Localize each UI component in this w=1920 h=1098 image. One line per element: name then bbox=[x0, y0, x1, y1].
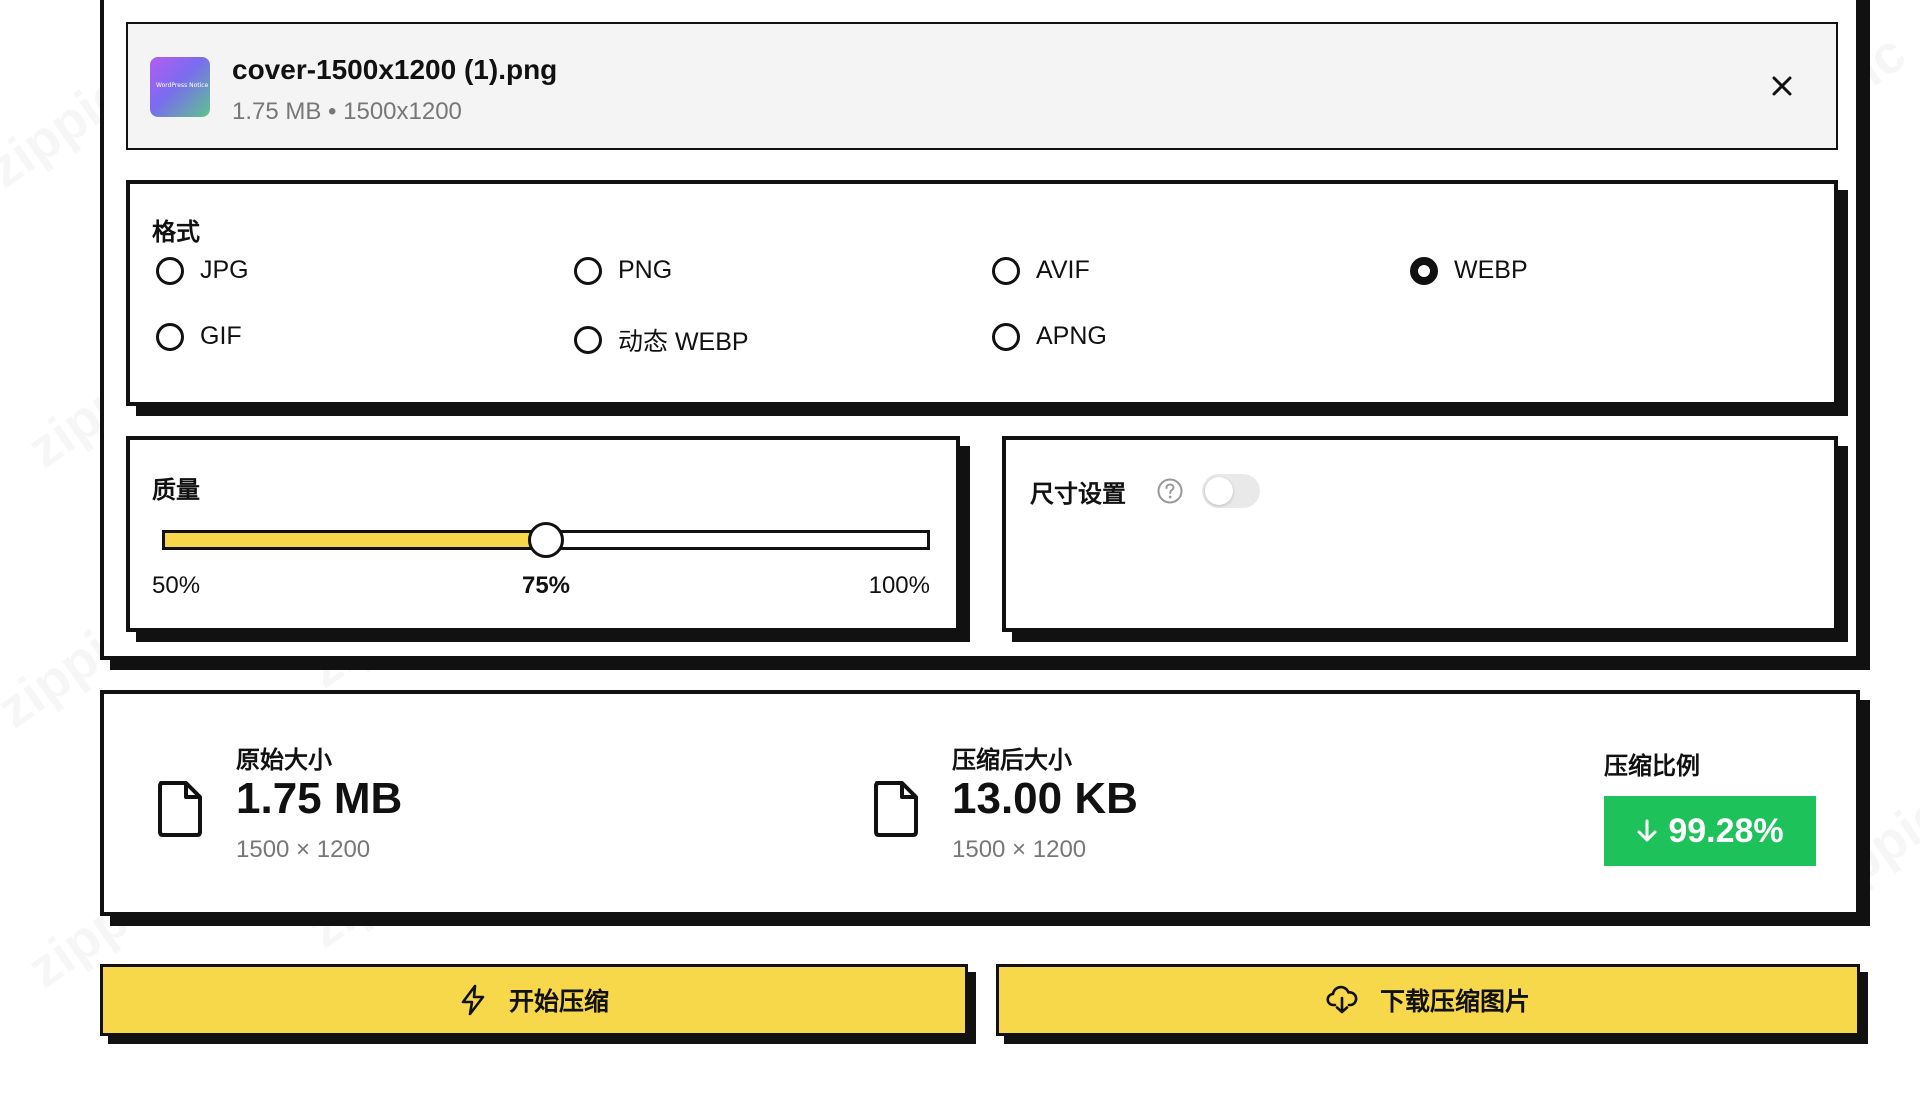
quality-slider-thumb[interactable] bbox=[528, 522, 564, 558]
quality-section: 质量 50% 75% 100% bbox=[126, 436, 960, 632]
radio-circle[interactable] bbox=[992, 322, 1020, 351]
radio-circle[interactable] bbox=[992, 256, 1020, 285]
start-compress-label: 开始压缩 bbox=[508, 988, 609, 1016]
quality-min-label: 50% bbox=[152, 572, 201, 599]
format-option-png[interactable]: PNG bbox=[574, 256, 672, 285]
radio-label: GIF bbox=[200, 322, 242, 350]
size-settings-toggle[interactable] bbox=[1202, 474, 1260, 508]
compression-ratio-badge: 99.28% bbox=[1604, 796, 1816, 866]
format-option-apng[interactable]: APNG bbox=[992, 322, 1107, 351]
format-section: 格式 JPG PNG AVIF WEBP GIF 动态 WEBP APNG bbox=[126, 180, 1838, 406]
quality-current-label: 75% bbox=[521, 572, 571, 599]
original-size-label: 原始大小 bbox=[236, 747, 332, 774]
quality-max-label: 100% bbox=[868, 572, 930, 599]
file-icon bbox=[872, 780, 920, 838]
download-compressed-button[interactable]: 下载压缩图片 bbox=[996, 964, 1860, 1036]
original-dimensions: 1500 × 1200 bbox=[236, 836, 371, 863]
format-option-jpg[interactable]: JPG bbox=[156, 256, 249, 285]
radio-label: WEBP bbox=[1454, 256, 1528, 284]
file-icon bbox=[156, 780, 204, 838]
radio-circle[interactable] bbox=[1410, 256, 1438, 285]
radio-circle[interactable] bbox=[156, 322, 184, 351]
radio-label: 动态 WEBP bbox=[618, 328, 749, 356]
quality-title: 质量 bbox=[152, 477, 200, 504]
format-option-webp[interactable]: WEBP bbox=[1410, 256, 1528, 285]
radio-label: APNG bbox=[1036, 322, 1107, 350]
format-title: 格式 bbox=[152, 219, 200, 246]
compressed-size-label: 压缩后大小 bbox=[952, 747, 1072, 774]
file-thumbnail: WordPress Notice bbox=[150, 57, 210, 117]
format-option-animated-webp[interactable]: 动态 WEBP bbox=[574, 322, 749, 358]
file-meta: 1.75 MB • 1500x1200 bbox=[232, 98, 462, 125]
file-name: cover-1500x1200 (1).png bbox=[232, 54, 558, 85]
stats-section: 原始大小 1.75 MB 1500 × 1200 压缩后大小 13.00 KB … bbox=[100, 690, 1860, 916]
size-settings-title: 尺寸设置 bbox=[1030, 481, 1126, 508]
quality-slider-fill bbox=[165, 533, 546, 547]
close-icon[interactable] bbox=[1768, 72, 1796, 100]
file-card: WordPress Notice cover-1500x1200 (1).png… bbox=[126, 22, 1838, 150]
download-compressed-label: 下载压缩图片 bbox=[1379, 988, 1530, 1016]
arrow-down-icon bbox=[1637, 819, 1657, 842]
lightning-icon bbox=[461, 984, 485, 1016]
radio-label: JPG bbox=[200, 256, 249, 284]
compression-ratio-label: 压缩比例 bbox=[1604, 753, 1700, 780]
radio-circle[interactable] bbox=[574, 326, 602, 354]
start-compress-button[interactable]: 开始压缩 bbox=[100, 964, 968, 1036]
compressed-dimensions: 1500 × 1200 bbox=[952, 836, 1087, 863]
radio-circle[interactable] bbox=[574, 256, 602, 285]
radio-label: PNG bbox=[618, 256, 673, 284]
radio-circle[interactable] bbox=[156, 256, 184, 285]
cloud-download-icon bbox=[1326, 985, 1358, 1014]
radio-label: AVIF bbox=[1036, 256, 1090, 284]
format-option-avif[interactable]: AVIF bbox=[992, 256, 1090, 285]
toggle-knob bbox=[1205, 477, 1233, 505]
compressed-size-value: 13.00 KB bbox=[952, 774, 1138, 823]
format-option-gif[interactable]: GIF bbox=[156, 322, 242, 351]
original-size-value: 1.75 MB bbox=[236, 774, 403, 823]
compression-ratio-value: 99.28% bbox=[1668, 811, 1784, 850]
help-icon[interactable] bbox=[1156, 477, 1184, 505]
size-settings-section: 尺寸设置 bbox=[1002, 436, 1838, 632]
thumbnail-text: WordPress Notice bbox=[156, 82, 209, 89]
